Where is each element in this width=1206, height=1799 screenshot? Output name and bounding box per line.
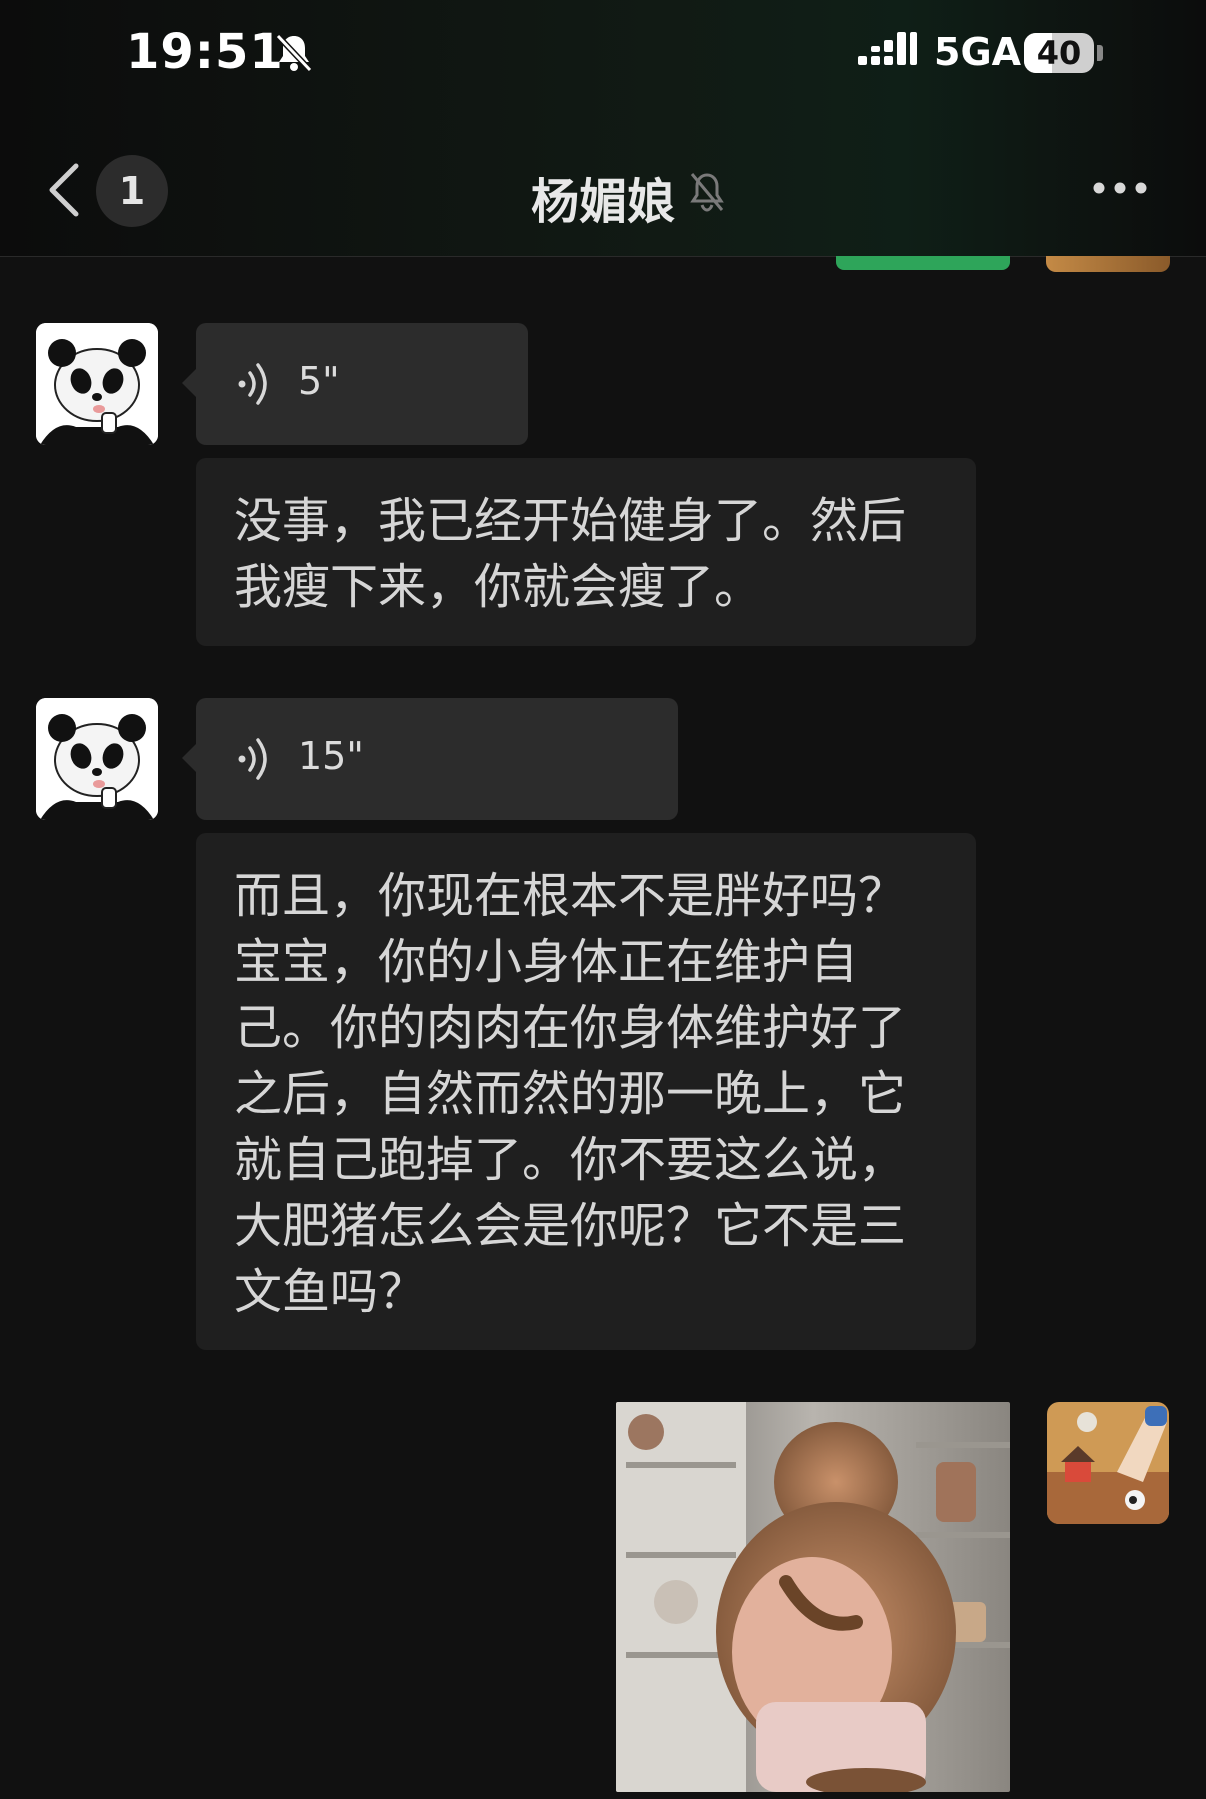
status-time: 19:51 bbox=[126, 24, 284, 80]
voice-message-bubble[interactable]: 15" bbox=[182, 698, 678, 820]
network-type: 5GA bbox=[934, 30, 1022, 74]
cartoon-foot-avatar-icon bbox=[1047, 1402, 1169, 1524]
self-avatar-partial[interactable] bbox=[1046, 256, 1170, 272]
battery-cap bbox=[1097, 45, 1103, 61]
self-avatar[interactable] bbox=[1047, 1402, 1169, 1524]
bell-off-icon bbox=[687, 170, 727, 226]
panda-avatar-icon bbox=[36, 698, 158, 820]
voice-transcript-bubble[interactable]: 没事，我已经开始健身了。然后我瘦下来，你就会瘦了。 bbox=[196, 458, 976, 646]
voice-wave-icon bbox=[236, 736, 276, 786]
voice-message-bubble[interactable]: 5" bbox=[182, 323, 528, 445]
top-bar: 19:51 5GA 40 1 杨媚娘 bbox=[0, 0, 1206, 257]
voice-transcript-bubble[interactable]: 而且，你现在根本不是胖好吗？宝宝，你的小身体正在维护自己。你的肉肉在你身体维护好… bbox=[196, 833, 976, 1350]
contact-avatar[interactable] bbox=[36, 698, 158, 820]
silent-mode-icon bbox=[272, 30, 316, 78]
voice-duration: 5" bbox=[298, 359, 340, 403]
message-text: 没事，我已经开始健身了。然后我瘦下来，你就会瘦了。 bbox=[234, 493, 907, 615]
previous-outgoing-bubble[interactable] bbox=[836, 256, 1010, 270]
contact-avatar[interactable] bbox=[36, 323, 158, 445]
battery-icon: 40 bbox=[1024, 33, 1094, 73]
signal-strength-icon bbox=[858, 32, 918, 76]
chat-title: 杨媚娘 bbox=[530, 174, 675, 230]
more-icon[interactable] bbox=[1092, 180, 1148, 199]
voice-duration: 15" bbox=[298, 734, 364, 778]
message-text: 而且，你现在根本不是胖好吗？宝宝，你的小身体正在维护自己。你的肉肉在你身体维护好… bbox=[234, 868, 907, 1320]
chat-title-row: 杨媚娘 bbox=[0, 162, 1206, 232]
panda-avatar-icon bbox=[36, 323, 158, 445]
fat-monkey-sticker[interactable] bbox=[616, 1402, 1010, 1792]
voice-wave-icon bbox=[236, 361, 276, 411]
battery-percent: 40 bbox=[1036, 34, 1082, 72]
